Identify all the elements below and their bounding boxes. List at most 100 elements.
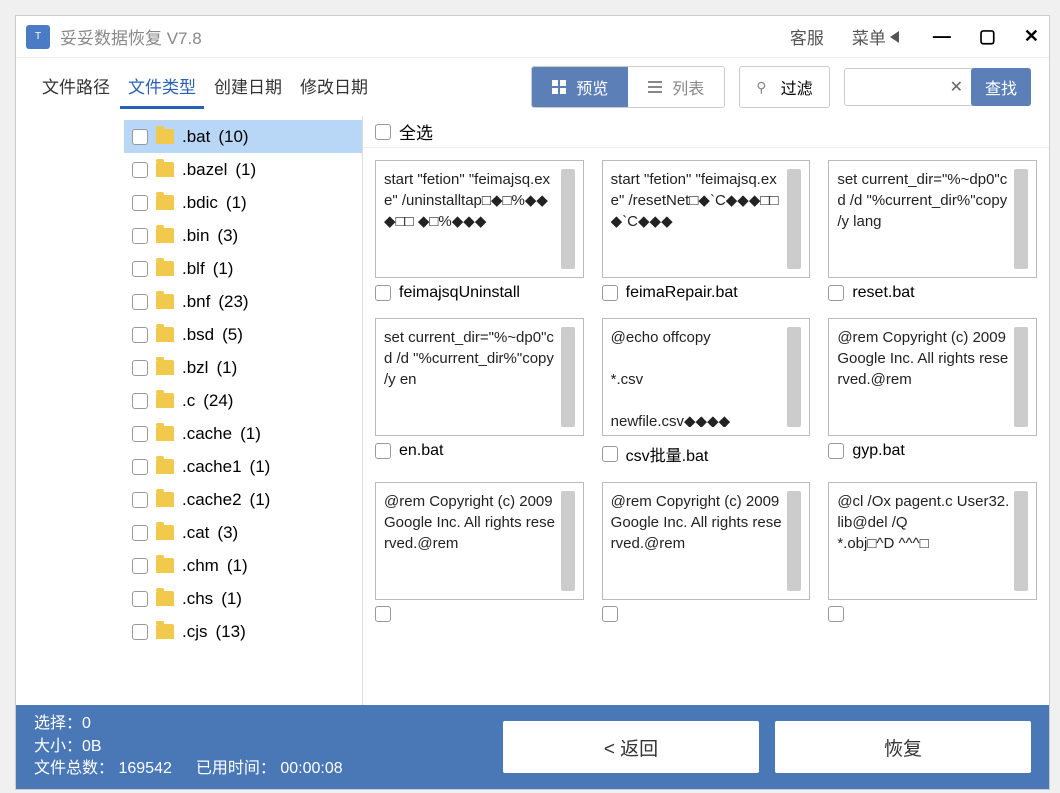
file-label-row xyxy=(602,606,811,622)
file-preview[interactable]: start "fetion" "feimajsq.exe" /uninstall… xyxy=(375,160,584,278)
file-label-row: feimajsqUninstall xyxy=(375,284,584,302)
preview-scrollbar[interactable] xyxy=(561,169,575,269)
tree-checkbox[interactable] xyxy=(132,525,148,541)
tree-item[interactable]: .bnf (23) xyxy=(124,285,362,318)
tree-checkbox[interactable] xyxy=(132,129,148,145)
tree-item[interactable]: .bat (10) xyxy=(124,120,362,153)
file-checkbox[interactable] xyxy=(828,443,844,459)
file-checkbox[interactable] xyxy=(375,606,391,622)
tree-item[interactable]: .cat (3) xyxy=(124,516,362,549)
folder-icon xyxy=(156,459,174,474)
tree-item[interactable]: .bzl (1) xyxy=(124,351,362,384)
tree-item[interactable]: .bin (3) xyxy=(124,219,362,252)
file-card[interactable]: @cl /Ox pagent.c User32.lib@del /Q*.obj□… xyxy=(828,482,1037,622)
file-card[interactable]: set current_dir="%~dp0"cd /d "%current_d… xyxy=(828,160,1037,302)
tree-item[interactable]: .bdic (1) xyxy=(124,186,362,219)
preview-scrollbar[interactable] xyxy=(787,169,801,269)
tree-checkbox[interactable] xyxy=(132,228,148,244)
tree-checkbox[interactable] xyxy=(132,393,148,409)
tree-item[interactable]: .chs (1) xyxy=(124,582,362,615)
search-button[interactable]: 查找 xyxy=(971,68,1031,106)
preview-scrollbar[interactable] xyxy=(1014,327,1028,427)
file-card[interactable]: start "fetion" "feimajsq.exe" /uninstall… xyxy=(375,160,584,302)
tree-item-count: (1) xyxy=(221,589,242,609)
tree-checkbox[interactable] xyxy=(132,327,148,343)
list-view-button[interactable]: 列表 xyxy=(628,67,724,107)
file-preview[interactable]: @echo offcopy*.csvnewfile.csv◆◆◆◆ xyxy=(602,318,811,436)
file-card[interactable]: @rem Copyright (c) 2009 Google Inc. All … xyxy=(828,318,1037,466)
tree-item[interactable]: .bsd (5) xyxy=(124,318,362,351)
tab-created-date[interactable]: 创建日期 xyxy=(206,65,290,109)
file-preview[interactable]: @rem Copyright (c) 2009 Google Inc. All … xyxy=(602,482,811,600)
preview-scrollbar[interactable] xyxy=(787,491,801,591)
tree-item[interactable]: .chm (1) xyxy=(124,549,362,582)
file-checkbox[interactable] xyxy=(602,285,618,301)
file-card[interactable]: set current_dir="%~dp0"cd /d "%current_d… xyxy=(375,318,584,466)
status-text: 选择：0 大小：0B 文件总数： 169542 已用时间： 00:00:08 xyxy=(34,713,487,780)
file-preview[interactable]: @rem Copyright (c) 2009 Google Inc. All … xyxy=(828,318,1037,436)
tree-checkbox[interactable] xyxy=(132,360,148,376)
file-card[interactable]: @rem Copyright (c) 2009 Google Inc. All … xyxy=(602,482,811,622)
preview-scrollbar[interactable] xyxy=(1014,169,1028,269)
select-value: 0 xyxy=(82,715,91,732)
folder-icon xyxy=(156,162,174,177)
preview-scrollbar[interactable] xyxy=(1014,491,1028,591)
tree-item[interactable]: .c (24) xyxy=(124,384,362,417)
tree-item-ext: .bdic xyxy=(182,193,218,213)
tree-checkbox[interactable] xyxy=(132,261,148,277)
filter-button[interactable]: ⚲ 过滤 xyxy=(739,66,829,108)
tree-item[interactable]: .bazel (1) xyxy=(124,153,362,186)
file-preview[interactable]: @rem Copyright (c) 2009 Google Inc. All … xyxy=(375,482,584,600)
tree-checkbox[interactable] xyxy=(132,294,148,310)
file-checkbox[interactable] xyxy=(602,446,618,462)
tree-checkbox[interactable] xyxy=(132,162,148,178)
minimize-button[interactable]: — xyxy=(933,26,951,47)
tree-checkbox[interactable] xyxy=(132,492,148,508)
tree-item[interactable]: .cjs (13) xyxy=(124,615,362,648)
preview-scrollbar[interactable] xyxy=(787,327,801,427)
preview-scrollbar[interactable] xyxy=(561,491,575,591)
folder-icon xyxy=(156,129,174,144)
file-checkbox[interactable] xyxy=(375,285,391,301)
select-all-checkbox[interactable] xyxy=(375,124,391,140)
back-button[interactable]: < 返回 xyxy=(503,721,759,773)
recover-button[interactable]: 恢复 xyxy=(775,721,1031,773)
clear-icon[interactable]: ✕ xyxy=(950,77,963,97)
tree-item[interactable]: .cache (1) xyxy=(124,417,362,450)
tree-item[interactable]: .blf (1) xyxy=(124,252,362,285)
file-preview[interactable]: set current_dir="%~dp0"cd /d "%current_d… xyxy=(375,318,584,436)
filter-label: 过滤 xyxy=(781,75,813,99)
file-checkbox[interactable] xyxy=(828,606,844,622)
tree-checkbox[interactable] xyxy=(132,195,148,211)
menu-button[interactable]: 菜单 xyxy=(852,24,899,49)
file-card[interactable]: start "fetion" "feimajsq.exe" /resetNet□… xyxy=(602,160,811,302)
preview-view-button[interactable]: 预览 xyxy=(532,67,628,107)
tree-checkbox[interactable] xyxy=(132,624,148,640)
file-name: gyp.bat xyxy=(852,442,904,460)
folder-icon xyxy=(156,492,174,507)
file-card[interactable]: @echo offcopy*.csvnewfile.csv◆◆◆◆ csv批量.… xyxy=(602,318,811,466)
select-all-row[interactable]: 全选 xyxy=(363,116,1049,148)
file-preview[interactable]: @cl /Ox pagent.c User32.lib@del /Q*.obj□… xyxy=(828,482,1037,600)
maximize-button[interactable]: ▢ xyxy=(979,26,996,47)
tree-checkbox[interactable] xyxy=(132,591,148,607)
filter-icon: ⚲ xyxy=(756,79,766,96)
file-checkbox[interactable] xyxy=(375,443,391,459)
tree-checkbox[interactable] xyxy=(132,459,148,475)
tab-file-type[interactable]: 文件类型 xyxy=(120,65,204,109)
close-button[interactable]: ✕ xyxy=(1024,26,1039,47)
file-preview[interactable]: start "fetion" "feimajsq.exe" /resetNet□… xyxy=(602,160,811,278)
file-card[interactable]: @rem Copyright (c) 2009 Google Inc. All … xyxy=(375,482,584,622)
tree-checkbox[interactable] xyxy=(132,558,148,574)
file-checkbox[interactable] xyxy=(828,285,844,301)
preview-text: @rem Copyright (c) 2009 Google Inc. All … xyxy=(384,491,557,591)
file-checkbox[interactable] xyxy=(602,606,618,622)
tree-item[interactable]: .cache2 (1) xyxy=(124,483,362,516)
tab-file-path[interactable]: 文件路径 xyxy=(34,65,118,109)
tree-item[interactable]: .cache1 (1) xyxy=(124,450,362,483)
file-preview[interactable]: set current_dir="%~dp0"cd /d "%current_d… xyxy=(828,160,1037,278)
preview-scrollbar[interactable] xyxy=(561,327,575,427)
tree-checkbox[interactable] xyxy=(132,426,148,442)
tab-modified-date[interactable]: 修改日期 xyxy=(292,65,376,109)
customer-service-button[interactable]: 客服 xyxy=(790,24,824,49)
